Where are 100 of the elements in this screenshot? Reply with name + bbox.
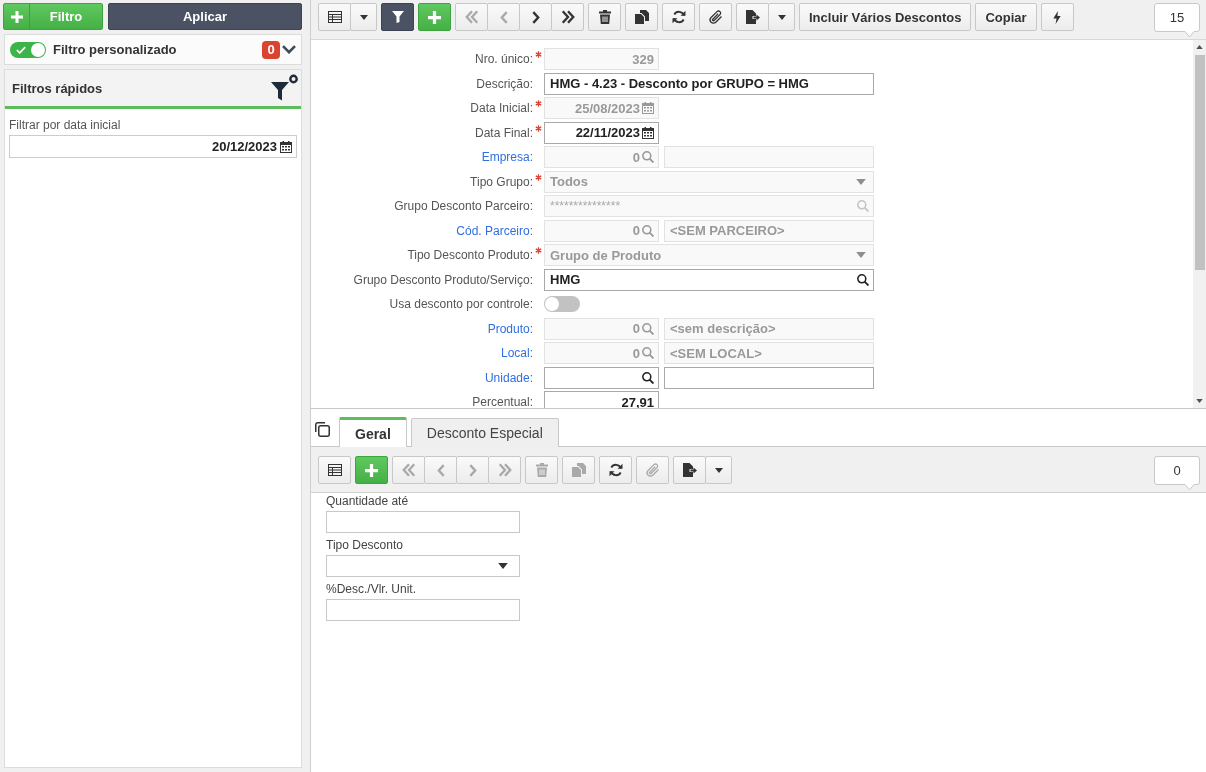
search-icon [642, 371, 654, 384]
field-label: Percentual: [472, 394, 533, 408]
last-record-button[interactable] [551, 3, 584, 31]
tab[interactable]: Geral [339, 417, 407, 447]
document-arrow-icon [682, 463, 697, 477]
toggle-switch[interactable] [10, 41, 46, 58]
code-field[interactable] [544, 366, 659, 389]
chevron-down-icon[interactable] [282, 45, 296, 54]
record-count: 0 [1154, 456, 1200, 491]
apply-button[interactable]: Aplicar [108, 3, 302, 30]
documents-icon [634, 10, 649, 24]
plus-icon [11, 10, 23, 23]
double-chevron-right-icon [560, 10, 575, 24]
search-icon [857, 200, 869, 212]
field-label: Tipo Desconto Produto: [407, 247, 533, 264]
attach-button[interactable] [699, 3, 732, 31]
export-button[interactable] [673, 456, 706, 484]
toolbar-button[interactable]: Copiar [975, 3, 1037, 31]
double-chevron-left-icon [464, 10, 479, 24]
export-button[interactable] [736, 3, 769, 31]
refresh-icon [608, 463, 623, 477]
date-field[interactable]: 22/11/2023 [544, 121, 659, 144]
calendar-icon [280, 140, 292, 153]
delete-button[interactable] [588, 3, 621, 31]
field-label: Data Final: [474, 124, 533, 142]
field-label: Grupo Desconto Parceiro: [394, 198, 533, 215]
caret-down-icon [777, 14, 786, 20]
dropdown-button[interactable] [350, 3, 377, 31]
caret-down-icon [856, 178, 866, 185]
search-field[interactable]: HMG [544, 268, 874, 291]
duplicate-button[interactable] [625, 3, 658, 31]
calendar-icon [642, 126, 654, 139]
field-label: Filtrar por data inicial [9, 118, 121, 132]
calendar-icon [642, 102, 654, 114]
funnel-icon [391, 11, 404, 23]
document-arrow-icon [745, 10, 760, 24]
caret-down-icon [359, 14, 368, 20]
caret-down-icon [498, 563, 508, 569]
field-label: Grupo Desconto Produto/Serviço: [353, 271, 533, 289]
refresh-button[interactable] [599, 456, 632, 484]
field-label: Tipo Grupo: [470, 173, 533, 191]
chevron-right-icon [531, 10, 540, 24]
record-count: 15 [1154, 3, 1200, 38]
dropdown-button[interactable] [705, 456, 732, 484]
search-icon [857, 273, 869, 286]
toolbar-button[interactable]: Incluir Vários Descontos [799, 3, 972, 31]
grid-view-button[interactable] [318, 456, 351, 484]
documents-icon [571, 463, 586, 477]
action-button[interactable] [1040, 3, 1074, 31]
field-label: Tipo Desconto [326, 539, 403, 552]
text-field[interactable] [326, 511, 520, 533]
search-icon [642, 347, 654, 359]
table-icon [327, 11, 342, 23]
double-chevron-right-icon [497, 463, 512, 477]
funnel-gear-icon[interactable] [270, 74, 298, 102]
chevron-right-icon [468, 463, 477, 477]
toggle-switch[interactable] [544, 296, 580, 312]
count-badge: 0 [262, 40, 280, 59]
date-field[interactable]: 20/12/2023 [9, 135, 297, 158]
refresh-button[interactable] [662, 3, 695, 31]
search-icon [642, 322, 654, 335]
copy-icon[interactable] [315, 422, 330, 437]
grid-view-button[interactable] [318, 3, 351, 31]
table-icon [327, 464, 342, 476]
field-label: %Desc./Vlr. Unit. [326, 583, 417, 596]
chevron-left-icon [436, 463, 445, 477]
scrollbar[interactable] [1193, 40, 1206, 408]
trash-icon [534, 463, 549, 477]
text-field[interactable] [326, 599, 520, 621]
field-label: Usa desconto por controle: [389, 296, 533, 313]
description-field[interactable] [664, 366, 874, 389]
next-record-button[interactable] [519, 3, 552, 31]
field-link[interactable]: Unidade: [484, 366, 533, 389]
scrollbar-thumb[interactable] [1194, 55, 1205, 270]
filter-label: Filtro personalizado [53, 42, 177, 57]
search-icon [642, 224, 654, 237]
caret-down-icon [714, 467, 723, 473]
chevron-left-icon [499, 10, 508, 24]
arrow-down-icon[interactable] [1196, 399, 1203, 403]
select-field[interactable] [326, 555, 520, 577]
field-label: Quantidade até [326, 495, 409, 508]
trash-icon [597, 10, 612, 24]
search-icon [642, 151, 654, 163]
refresh-icon [671, 10, 686, 24]
number-field[interactable]: 27,91 [544, 391, 659, 408]
caret-down-icon [856, 252, 866, 258]
tab[interactable]: Desconto Especial [410, 418, 559, 447]
field-label: Descrição: [476, 75, 533, 93]
double-chevron-left-icon [401, 463, 416, 477]
paperclip-icon [708, 10, 723, 24]
filter-button[interactable] [381, 3, 414, 31]
paperclip-icon [645, 463, 660, 477]
lightning-icon [1053, 10, 1062, 24]
field-label: Data Inicial: [470, 100, 533, 117]
plus-icon [428, 10, 441, 24]
check-icon [16, 45, 26, 54]
arrow-up-icon[interactable] [1196, 45, 1203, 49]
panel-title: Filtros rápidos [12, 80, 103, 96]
text-field[interactable]: HMG - 4.23 - Desconto por GRUPO = HMG [544, 72, 874, 95]
dropdown-button[interactable] [768, 3, 795, 31]
